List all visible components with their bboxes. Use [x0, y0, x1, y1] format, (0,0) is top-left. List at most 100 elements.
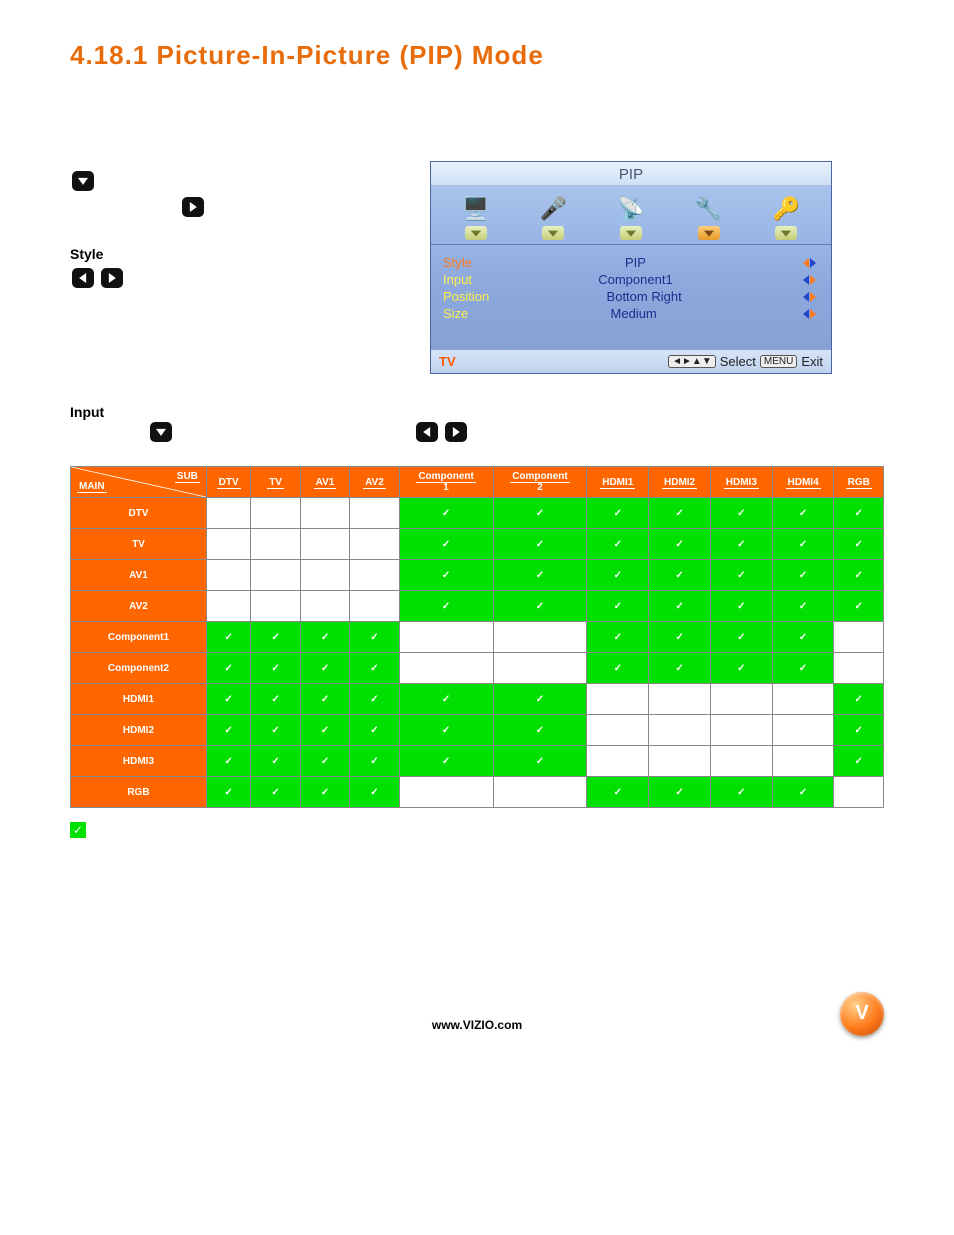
osd-tab-tuner[interactable]: 📡 [605, 194, 657, 240]
row-header: Component2 [71, 653, 207, 684]
table-cell [587, 777, 649, 808]
table-cell [772, 529, 834, 560]
table-row: Component1 [71, 622, 884, 653]
table-cell [350, 529, 399, 560]
table-cell [493, 591, 587, 622]
table-cell [251, 684, 300, 715]
table-cell [206, 591, 250, 622]
table-cell [300, 498, 349, 529]
table-cell [772, 498, 834, 529]
table-cell [587, 591, 649, 622]
table-cell [772, 746, 834, 777]
row-header: RGB [71, 777, 207, 808]
osd-hint: ◄►▲▼ Select MENU Exit [668, 354, 823, 369]
table-cell [587, 622, 649, 653]
row-header: HDMI2 [71, 715, 207, 746]
table-cell [300, 560, 349, 591]
nav-left-icon [72, 268, 94, 288]
col-header: RGB [834, 467, 884, 498]
table-cell [710, 622, 772, 653]
table-cell [834, 715, 884, 746]
table-cell [300, 529, 349, 560]
table-cell [300, 591, 349, 622]
table-cell [649, 591, 711, 622]
table-cell [834, 746, 884, 777]
row-header: HDMI3 [71, 746, 207, 777]
input-instruction: Input [70, 404, 884, 442]
menu-key-icon: MENU [760, 355, 797, 368]
table-cell [251, 653, 300, 684]
table-cell [350, 715, 399, 746]
table-cell [399, 529, 493, 560]
osd-tab-setup[interactable]: 🔧 [683, 194, 735, 240]
wrench-icon: 🔧 [686, 194, 732, 224]
left-right-icon [799, 308, 819, 320]
osd-tab-parental[interactable]: 🔑 [760, 194, 812, 240]
osd-row-value: Component1 [472, 272, 799, 287]
style-label: Style [70, 245, 103, 264]
table-cell [350, 653, 399, 684]
osd-tab-audio[interactable]: 🎤 [527, 194, 579, 240]
table-cell [300, 777, 349, 808]
col-header: Component2 [493, 467, 587, 498]
osd-row[interactable]: PositionBottom Right [443, 289, 819, 304]
table-cell [350, 746, 399, 777]
row-header: TV [71, 529, 207, 560]
table-cell [710, 560, 772, 591]
osd-tab-picture[interactable]: 🖥️ [450, 194, 502, 240]
table-row: DTV [71, 498, 884, 529]
table-cell [300, 746, 349, 777]
input-label: Input [70, 404, 884, 420]
section-heading: 4.18.1 Picture-In-Picture (PIP) Mode [70, 40, 884, 71]
table-cell [399, 560, 493, 591]
nav-key-icon: ◄►▲▼ [668, 355, 716, 368]
osd-row-key: Position [443, 289, 489, 304]
table-cell [251, 746, 300, 777]
mic-icon: 🎤 [530, 194, 576, 224]
table-cell [710, 777, 772, 808]
instruction-paragraphs: Style [70, 161, 410, 288]
table-cell [649, 684, 711, 715]
row-header: DTV [71, 498, 207, 529]
nav-right-icon [182, 197, 204, 217]
col-header: HDMI4 [772, 467, 834, 498]
table-cell [206, 715, 250, 746]
table-cell [300, 684, 349, 715]
table-cell [834, 591, 884, 622]
nav-down-icon [72, 171, 94, 191]
row-header: HDMI1 [71, 684, 207, 715]
table-cell [251, 529, 300, 560]
osd-row[interactable]: SizeMedium [443, 306, 819, 321]
table-cell [206, 498, 250, 529]
table-cell [399, 591, 493, 622]
table-row: HDMI3 [71, 746, 884, 777]
table-cell [649, 746, 711, 777]
nav-down-icon-2 [150, 422, 172, 442]
osd-row[interactable]: StylePIP [443, 255, 819, 270]
table-cell [493, 529, 587, 560]
table-cell [587, 715, 649, 746]
table-cell [649, 653, 711, 684]
table-cell [493, 746, 587, 777]
table-cell [206, 777, 250, 808]
table-cell [587, 746, 649, 777]
left-right-icon [799, 291, 819, 303]
osd-row[interactable]: InputComponent1 [443, 272, 819, 287]
table-cell [649, 622, 711, 653]
table-cell [710, 746, 772, 777]
left-right-icon [799, 274, 819, 286]
table-cell [834, 529, 884, 560]
table-cell [251, 715, 300, 746]
table-cell [710, 715, 772, 746]
table-cell [206, 746, 250, 777]
table-legend: ✓– Indicates which inputs are available … [70, 822, 884, 838]
table-cell [493, 653, 587, 684]
row-header: AV2 [71, 591, 207, 622]
osd-row-value: Medium [468, 306, 799, 321]
table-corner: SUBMAIN [71, 467, 207, 498]
osd-panel: PIP 🖥️ 🎤 📡 🔧 🔑 StylePIP InputComponent1 Po… [430, 161, 832, 374]
osd-title: PIP [431, 162, 831, 186]
table-cell [206, 684, 250, 715]
table-cell [350, 560, 399, 591]
nav-right-icon-2 [101, 268, 123, 288]
